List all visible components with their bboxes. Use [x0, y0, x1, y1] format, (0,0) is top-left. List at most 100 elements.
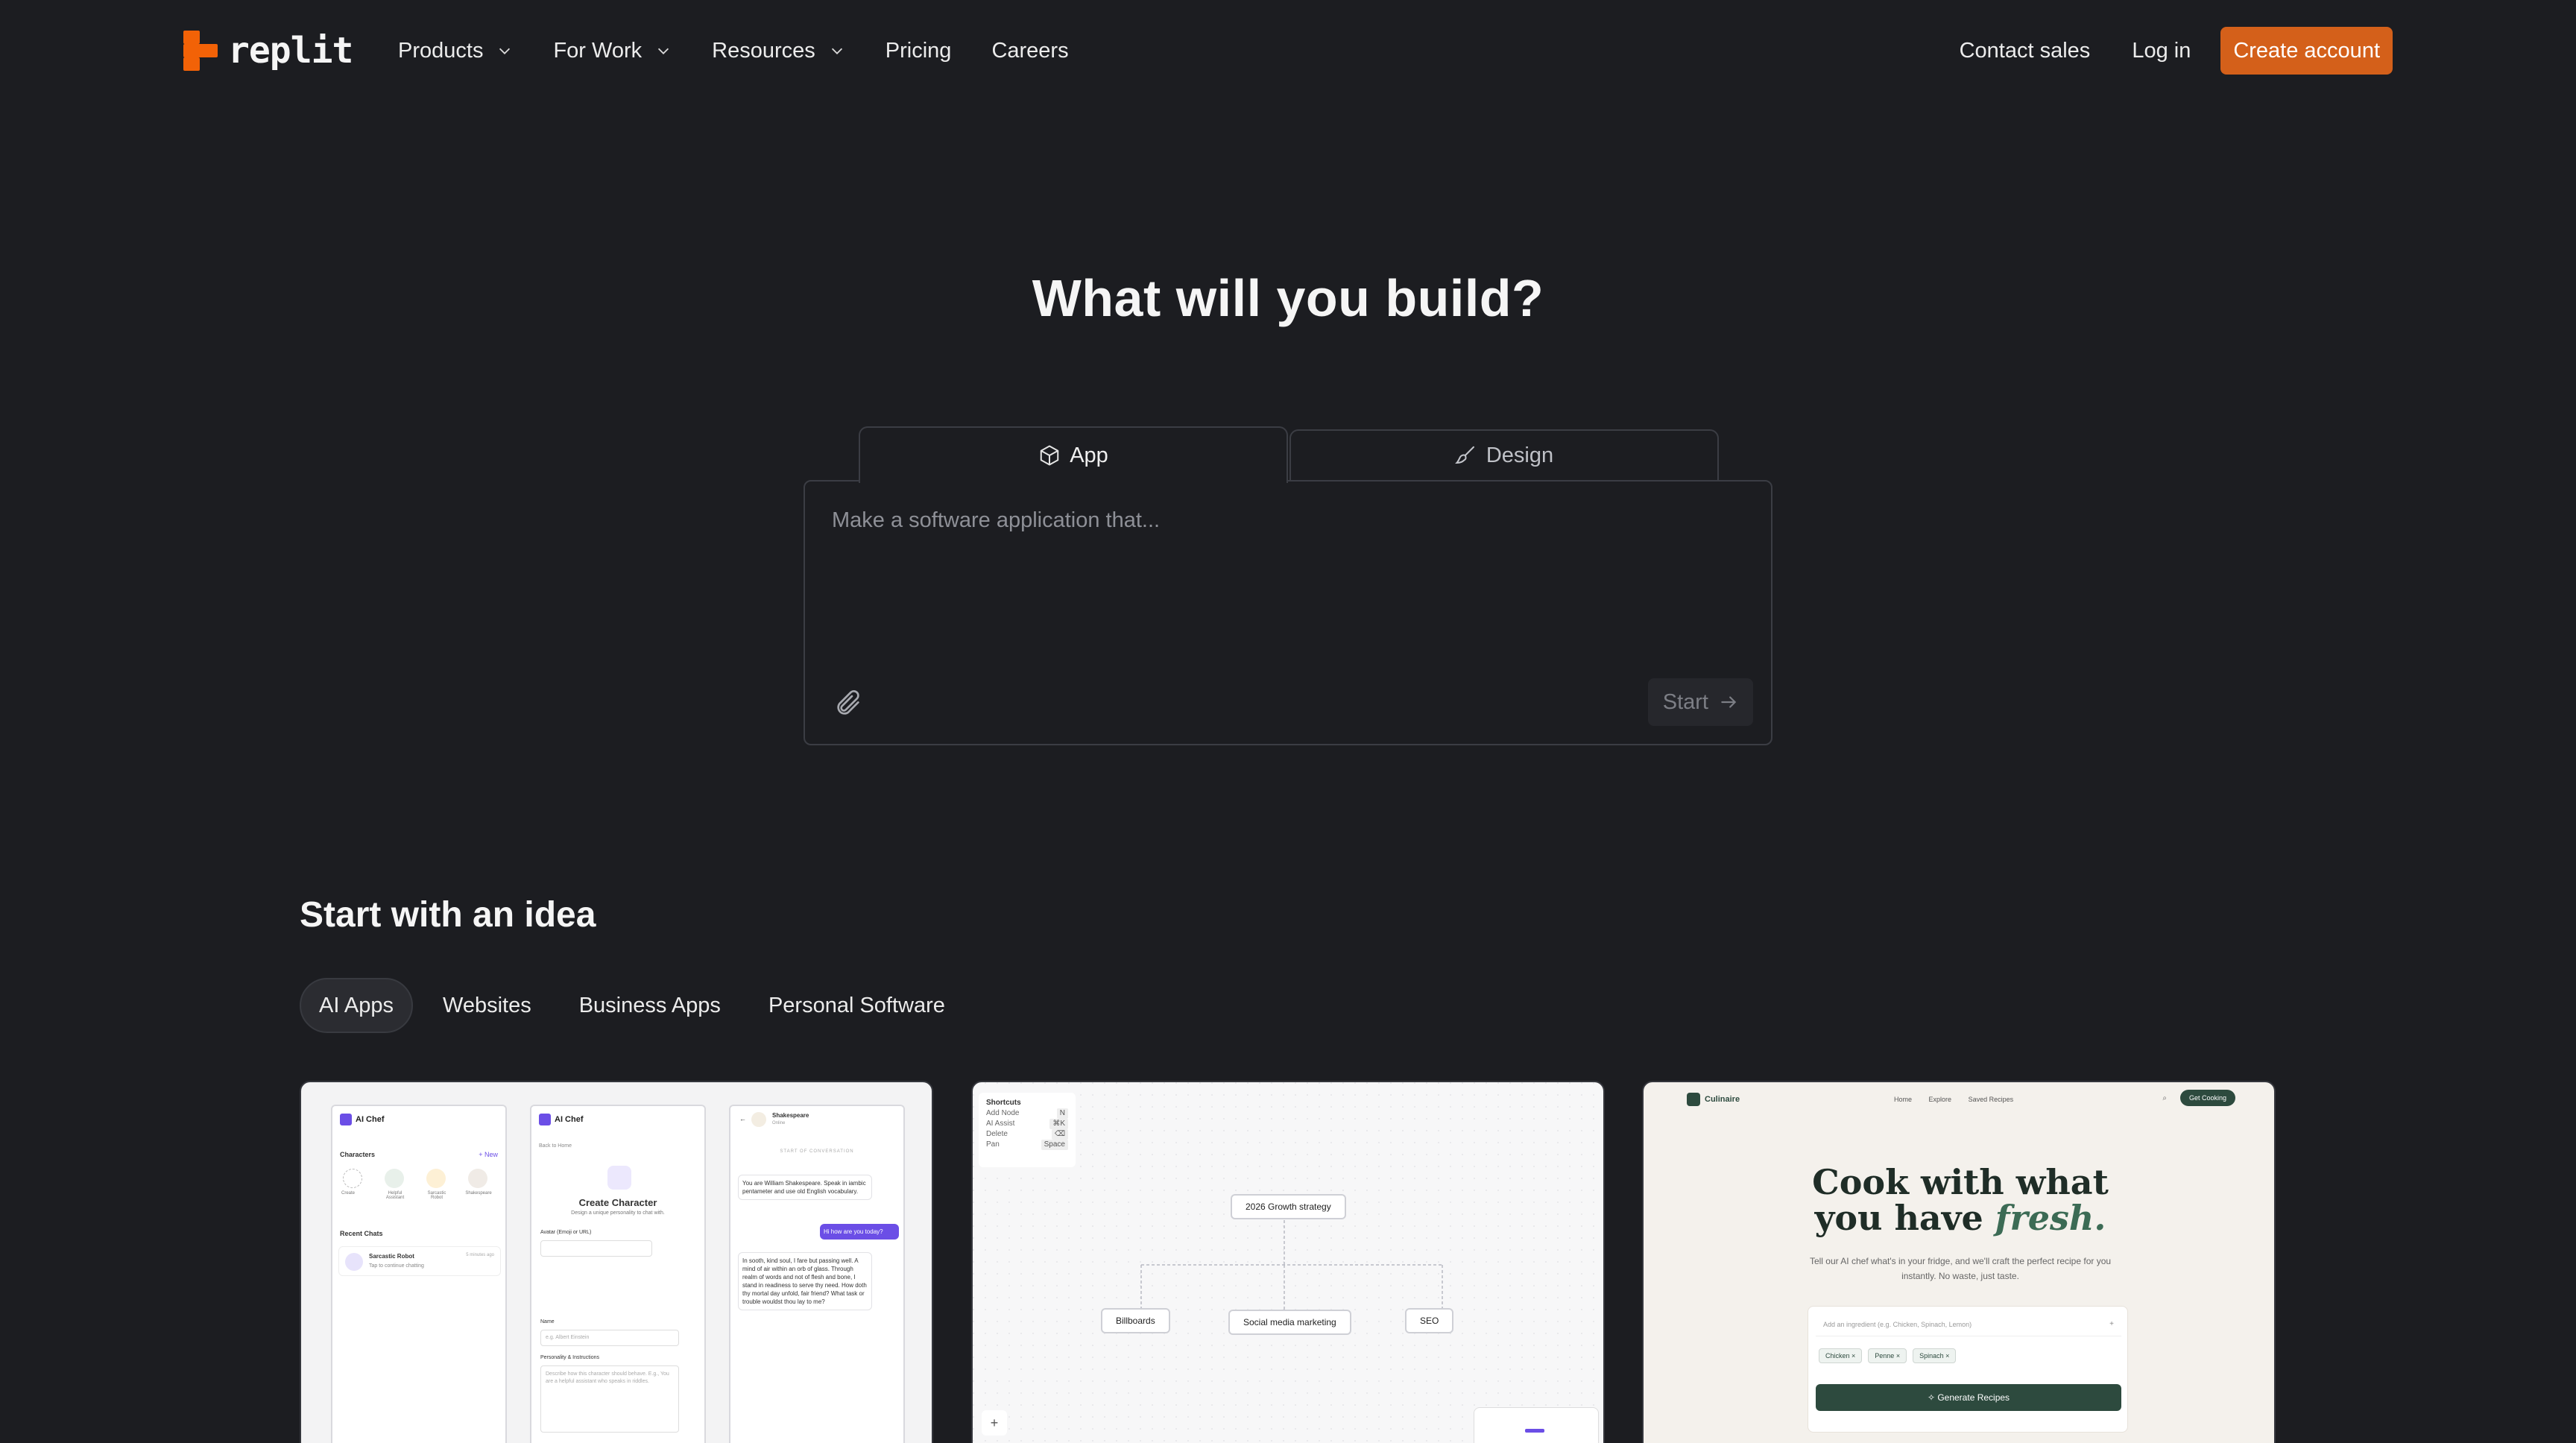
nav-item-label: For Work	[553, 38, 643, 63]
site-cta: Get Cooking	[2179, 1090, 2235, 1106]
shortcut-row: Add Node N	[986, 1108, 1068, 1119]
replit-logo-icon	[183, 31, 218, 71]
avatar-label: Sarcastic Robot	[427, 1191, 446, 1200]
chevron-down-icon	[831, 48, 842, 54]
ideas-section-title: Start with an idea	[300, 895, 596, 935]
main-menu: Products For Work Resources Pricing Care…	[398, 33, 1109, 69]
field-label: Name	[540, 1319, 555, 1324]
sparkle-icon	[607, 1166, 631, 1190]
preview-screen-chat: ← Shakespeare Online START OF CONVERSATI…	[729, 1105, 905, 1443]
chevron-down-icon	[499, 48, 511, 54]
nav-item-products[interactable]: Products	[398, 39, 513, 63]
chat-preview: Tap to continue chatting	[369, 1263, 424, 1269]
idea-card-growth-strategy[interactable]: Shortcuts Add Node N AI Assist ⌘K Delete ⌫ …	[971, 1081, 1605, 1443]
personality-input: Describe how this character should behav…	[540, 1365, 679, 1433]
mindmap-node: Social media marketing	[1228, 1310, 1351, 1335]
tab-label: App	[1070, 443, 1108, 467]
tab-label: Design	[1486, 443, 1554, 467]
nav-item-resources[interactable]: Resources	[712, 39, 845, 63]
app-logo-icon	[340, 1114, 352, 1125]
start-button[interactable]: Start	[1647, 678, 1753, 726]
prompt-box: Start	[804, 480, 1772, 745]
paperclip-icon[interactable]	[833, 689, 863, 719]
avatar-label: Shakespeare	[465, 1191, 492, 1196]
app-name: AI Chef	[356, 1115, 385, 1124]
nav-actions: Contact sales Log in Create account	[1918, 27, 2393, 75]
mindmap-node: Billboards	[1101, 1308, 1170, 1333]
shortcut-row: Pan Space	[986, 1140, 1068, 1150]
chef-hat-icon	[1687, 1093, 1700, 1106]
nav-item-label: Resources	[712, 38, 815, 63]
site-logo: Culinaire	[1687, 1093, 1740, 1106]
filter-business-apps[interactable]: Business Apps	[561, 978, 739, 1033]
prompt-input[interactable]	[832, 508, 1726, 657]
nav-item-label: Products	[398, 38, 484, 63]
minimap-indicator	[1525, 1429, 1544, 1433]
recent-chat-row: Sarcastic Robot Tap to continue chatting…	[338, 1246, 501, 1276]
message-bubble: You are William Shakespeare. Speak in ia…	[738, 1175, 872, 1200]
filter-websites[interactable]: Websites	[425, 978, 549, 1033]
avatar-label: Helpful Assistant	[385, 1191, 405, 1200]
site-link: Saved Recipes	[1968, 1096, 2014, 1103]
mindmap-root-node: 2026 Growth strategy	[1231, 1194, 1346, 1219]
create-title: Create Character	[578, 1197, 657, 1208]
site-links: Home Explore Saved Recipes	[1894, 1096, 2028, 1103]
login-link[interactable]: Log in	[2132, 39, 2191, 63]
nav-item-pricing[interactable]: Pricing	[886, 39, 952, 63]
cube-icon	[1040, 445, 1059, 466]
chat-name: Sarcastic Robot	[369, 1253, 414, 1260]
new-link: + New	[479, 1151, 498, 1158]
tab-design[interactable]: Design	[1289, 429, 1719, 481]
site-nav: Culinaire Home Explore Saved Recipes ⌕ G…	[1644, 1082, 2274, 1112]
avatar-label: Create	[341, 1191, 356, 1196]
avatar	[385, 1169, 404, 1188]
create-account-button[interactable]: Create account	[2220, 27, 2393, 75]
idea-card-recipe-generator[interactable]: Culinaire Home Explore Saved Recipes ⌕ G…	[1642, 1081, 2276, 1443]
preview-screen-home: AI Chef Characters + New Create Helpful …	[331, 1105, 507, 1443]
chat-title: Shakespeare	[772, 1112, 809, 1119]
avatar	[426, 1169, 446, 1188]
nav-item-label: Careers	[991, 38, 1069, 63]
ingredient-panel: Add an ingredient (e.g. Chicken, Spinach…	[1808, 1306, 2128, 1433]
filter-ai-apps[interactable]: AI Apps	[300, 978, 413, 1033]
preview-screen-create: AI Chef Back to Home Create Character De…	[530, 1105, 706, 1443]
contact-sales-link[interactable]: Contact sales	[1960, 39, 2091, 63]
section-label: Recent Chats	[340, 1230, 383, 1237]
field-label: Personality & Instructions	[540, 1355, 599, 1360]
minimap-panel	[1474, 1407, 1599, 1443]
replit-logo[interactable]: replit	[183, 30, 353, 72]
nav-item-careers[interactable]: Careers	[991, 39, 1068, 63]
avatar	[468, 1169, 487, 1188]
headline-line: Cook with what	[1812, 1162, 2109, 1202]
message-bubble-user: Hi how are you today?	[820, 1224, 899, 1240]
app-name: AI Chef	[555, 1115, 584, 1124]
idea-filters: AI Apps Websites Business Apps Personal …	[300, 978, 975, 1033]
mindmap-node: SEO	[1405, 1308, 1454, 1333]
chat-status: Online	[772, 1121, 786, 1125]
ingredient-tags: Chicken × Penne × Spinach ×	[1819, 1348, 1962, 1363]
chevron-down-icon	[658, 48, 669, 54]
back-link: Back to Home	[539, 1143, 572, 1149]
top-nav: replit Products For Work Resources Prici…	[0, 0, 2576, 101]
nav-item-for-work[interactable]: For Work	[553, 39, 672, 63]
avatar	[751, 1112, 766, 1127]
tab-app[interactable]: App	[859, 426, 1288, 483]
avatar	[345, 1253, 363, 1271]
app-logo-icon	[539, 1114, 551, 1125]
start-label: Start	[1662, 689, 1708, 714]
site-brand: Culinaire	[1705, 1095, 1740, 1104]
mode-tabs: App Design	[859, 426, 1719, 483]
filter-personal-software[interactable]: Personal Software	[751, 978, 963, 1033]
app-header: AI Chef	[340, 1114, 385, 1125]
generate-recipes-button: ✧ Generate Recipes	[1816, 1384, 2121, 1411]
idea-card-ai-chef[interactable]: AI Chef Characters + New Create Helpful …	[300, 1081, 933, 1443]
section-label: Characters	[340, 1151, 376, 1158]
conversation-start: START OF CONVERSATION	[780, 1149, 854, 1154]
arrow-right-icon	[1721, 696, 1737, 708]
site-subtitle: Tell our AI chef what's in your fridge, …	[1809, 1256, 2112, 1281]
shortcut-row: Delete ⌫	[986, 1129, 1068, 1140]
site-link: Explore	[1928, 1096, 1952, 1103]
plus-icon: +	[2109, 1320, 2114, 1328]
nav-item-label: Pricing	[885, 38, 952, 63]
headline-emphasis: fresh.	[1995, 1198, 2106, 1238]
